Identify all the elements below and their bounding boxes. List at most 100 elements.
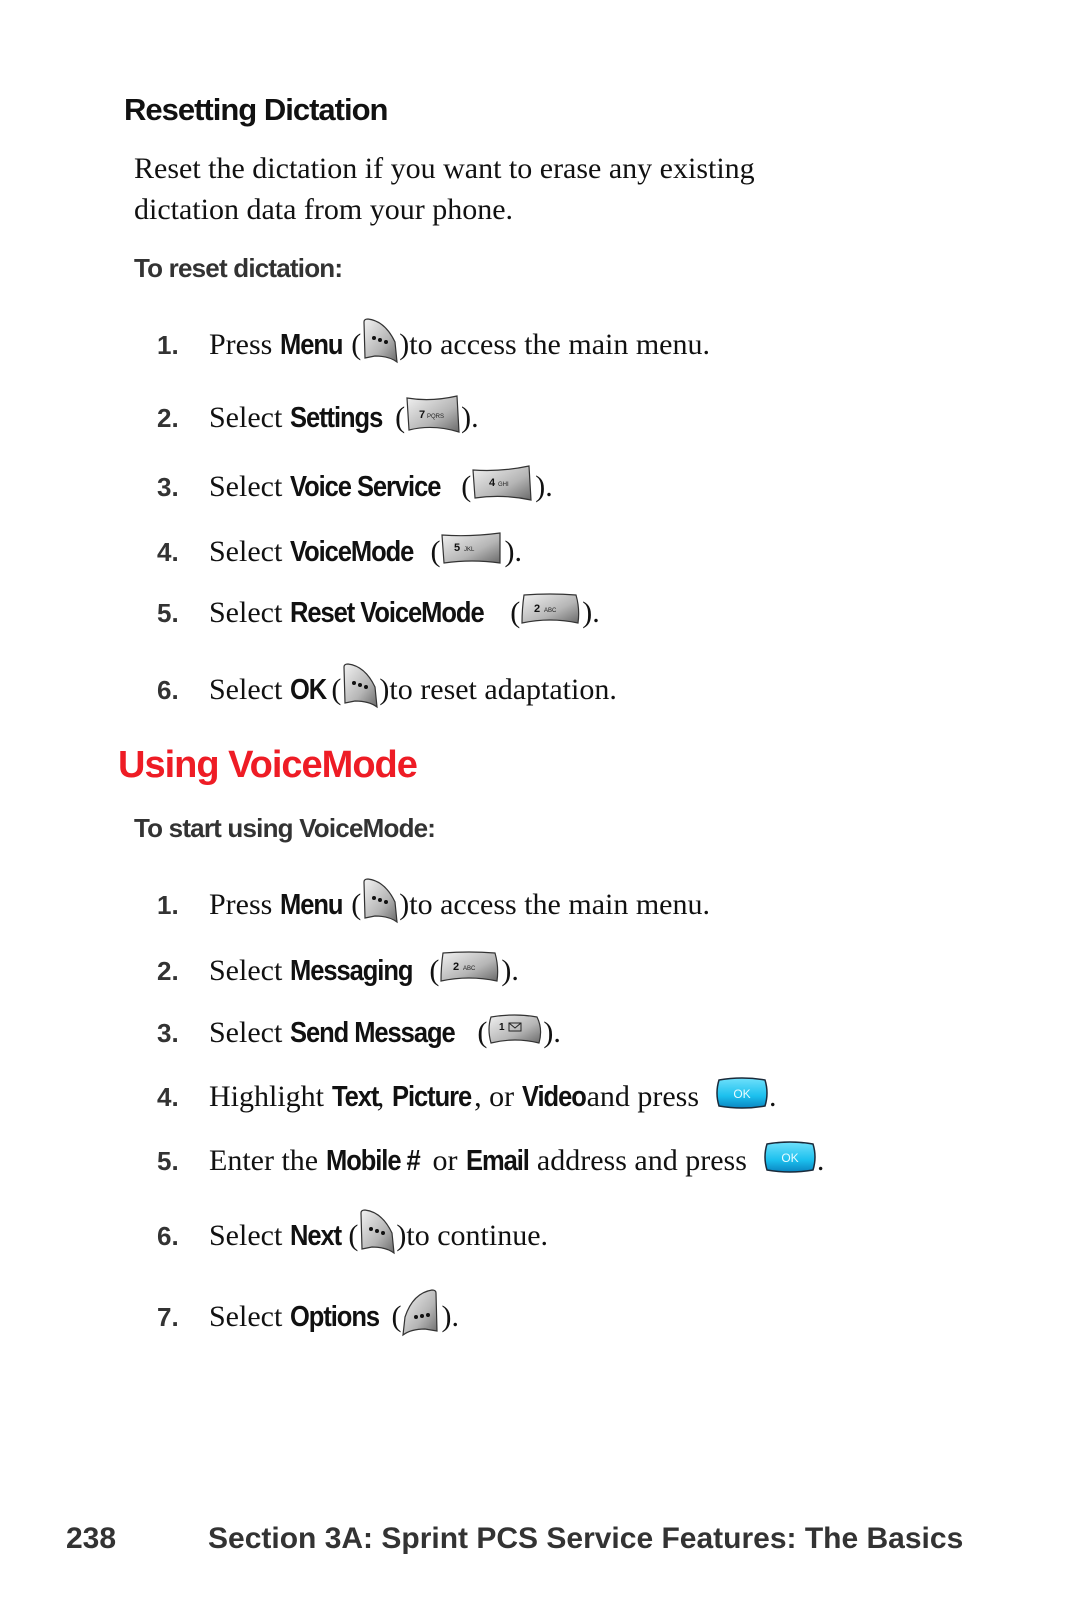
svg-text:OK: OK (733, 1087, 750, 1101)
step-number: 7. (157, 1301, 179, 1332)
step-keyword-picture: Picture (392, 1080, 472, 1113)
svg-text:GHI: GHI (498, 482, 509, 488)
open-paren: ( (430, 535, 441, 568)
right-softkey-icon (401, 1289, 441, 1345)
subheading-to-start-using-voicemode: To start using VoiceMode: (134, 813, 436, 843)
step-text: Select (209, 1300, 283, 1333)
step-number: 5. (157, 1145, 179, 1176)
list-item: 1. Press Menu ( ) to access the main men… (157, 318, 710, 368)
step-text: to access the main menu. (409, 888, 710, 921)
step-keyword: Send Message (290, 1016, 456, 1049)
svg-text:ABC: ABC (544, 608, 557, 614)
step-number: 4. (157, 1081, 179, 1112)
subheading-to-reset-dictation: To reset dictation: (134, 253, 343, 283)
step-keyword-email: Email (465, 1144, 530, 1177)
close-paren: ) (399, 888, 410, 921)
step-text: Select (209, 470, 283, 503)
svg-text:4: 4 (489, 477, 496, 489)
close-paren: ) (501, 954, 512, 987)
svg-text:PQRS: PQRS (427, 414, 444, 420)
step-text: . (451, 1300, 459, 1333)
step-text: . (511, 954, 519, 987)
step-text: to continue. (406, 1219, 549, 1252)
step-text: Select (209, 673, 283, 706)
key-5-jkl-icon: 5 JKL (440, 531, 504, 573)
open-paren: ( (461, 470, 472, 503)
svg-text:JKL: JKL (464, 547, 475, 553)
left-softkey-icon (361, 318, 399, 372)
close-paren: ) (461, 401, 472, 434)
step-text: . (545, 470, 553, 503)
step-text: address and press (536, 1144, 747, 1177)
step-number: 2. (157, 402, 179, 433)
step-text: Select (209, 401, 283, 434)
list-item: 5. Select Reset VoiceMode ( 2 ABC ) . (157, 593, 600, 633)
step-number: 1. (157, 889, 179, 920)
ok-key-icon: OK (715, 1076, 769, 1118)
section-heading-resetting-dictation: Resetting Dictation (124, 92, 388, 127)
key-2-abc-icon: 2 ABC (520, 593, 582, 633)
close-paren: ) (582, 596, 593, 629)
open-paren: ( (331, 673, 342, 706)
list-item: 5. Enter the Mobile # or Email address a… (157, 1141, 824, 1181)
open-paren: ( (395, 401, 406, 434)
step-text: . (514, 535, 522, 568)
open-paren: ( (477, 1016, 488, 1049)
step-text: Select (209, 596, 283, 629)
step-text: Enter the (209, 1144, 319, 1177)
list-item: 6. Select Next ( ) to continue. (157, 1209, 549, 1259)
svg-text:ABC: ABC (463, 966, 476, 972)
left-softkey-icon (361, 878, 399, 932)
close-paren: ) (399, 328, 410, 361)
section-heading-using-voicemode: Using VoiceMode (118, 744, 418, 786)
key-1-envelope-icon: 1 (487, 1013, 543, 1053)
svg-text:OK: OK (781, 1151, 798, 1165)
list-item: 3. Select Voice Service ( 4 GHI ) . (157, 465, 553, 509)
close-paren: ) (379, 673, 390, 706)
step-text: . (592, 596, 600, 629)
key-4-ghi-icon: 4 GHI (471, 464, 535, 510)
step-number: 6. (157, 1220, 179, 1251)
step-keyword: Menu (280, 888, 343, 921)
open-paren: ( (351, 328, 362, 361)
step-keyword: Settings (290, 401, 383, 434)
list-item: 2. Select Messaging ( 2 ABC ) . (157, 951, 519, 991)
close-paren: ) (504, 535, 515, 568)
open-paren: ( (429, 954, 440, 987)
left-softkey-icon (341, 663, 379, 717)
page-number: 238 (66, 1522, 117, 1555)
step-text: to reset adaptation. (389, 673, 617, 706)
step-text: . (471, 401, 479, 434)
intro-paragraph: Reset the dictation if you want to erase… (134, 148, 755, 230)
step-text: Press (209, 888, 273, 921)
list-item: 7. Select Options ( ) . (157, 1289, 459, 1341)
close-paren: ) (441, 1300, 452, 1333)
step-text: Press (209, 328, 273, 361)
intro-line-2: dictation data from your phone. (134, 193, 514, 226)
svg-text:7: 7 (419, 409, 425, 421)
step-text: Select (209, 1219, 283, 1252)
close-paren: ) (535, 470, 546, 503)
list-item: 3. Select Send Message ( 1 ) . (157, 1013, 561, 1053)
key-2-abc-icon: 2 ABC (439, 951, 501, 991)
step-keyword: OK (290, 673, 327, 706)
step-text: . (769, 1080, 777, 1113)
svg-text:2: 2 (534, 603, 540, 615)
step-keyword: Next (290, 1219, 342, 1252)
list-item: 6. Select OK ( ) to reset adaptation. (157, 663, 617, 713)
step-text: or (432, 1144, 458, 1177)
step-keyword-mobile: Mobile # (326, 1144, 421, 1177)
list-item: 4. Highlight Text , Picture , or Video a… (157, 1077, 777, 1117)
step-keyword: Menu (280, 328, 343, 361)
step-keyword-text: Text (332, 1080, 379, 1113)
left-softkey-icon (358, 1209, 396, 1263)
step-text: Select (209, 1016, 283, 1049)
step-text: . (553, 1016, 561, 1049)
open-paren: ( (351, 888, 362, 921)
step-number: 5. (157, 597, 179, 628)
open-paren: ( (348, 1219, 359, 1252)
open-paren: ( (391, 1300, 402, 1333)
svg-text:5: 5 (454, 542, 460, 554)
svg-text:1: 1 (499, 1022, 505, 1033)
key-7-pqrs-icon: 7 PQRS (405, 394, 461, 442)
